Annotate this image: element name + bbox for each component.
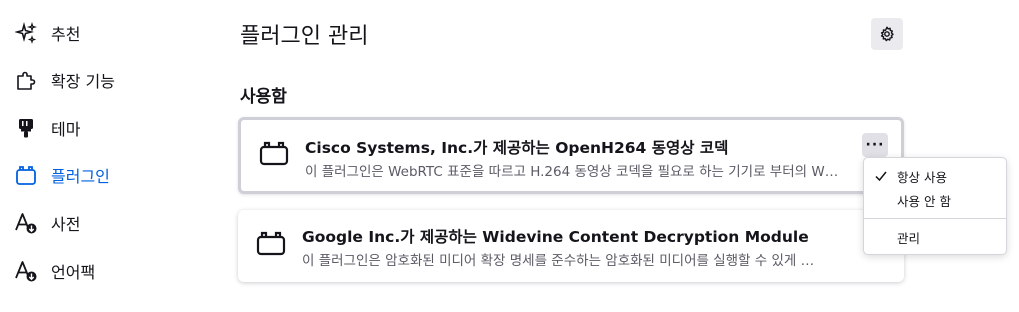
menu-item-always-activate[interactable]: 항상 사용 <box>864 164 1006 188</box>
sidebar-item-language-packs[interactable]: 언어팩 <box>14 256 95 286</box>
sidebar-item-themes[interactable]: 테마 <box>14 113 80 143</box>
section-title: 사용함 <box>240 87 287 107</box>
settings-button[interactable] <box>871 18 903 50</box>
sidebar-item-dictionaries[interactable]: 사전 <box>14 208 80 238</box>
plugin-name: Cisco Systems, Inc.가 제공하는 OpenH264 동영상 코… <box>305 139 729 157</box>
plugin-card-openh264[interactable]: Cisco Systems, Inc.가 제공하는 OpenH264 동영상 코… <box>238 117 904 194</box>
puzzle-icon <box>14 68 38 92</box>
plugin-name: Google Inc.가 제공하는 Widevine Content Decry… <box>302 228 809 246</box>
sidebar-item-label: 사전 <box>51 215 81 234</box>
dictionary-icon <box>14 211 38 235</box>
sidebar-item-extensions[interactable]: 확장 기능 <box>14 65 115 95</box>
menu-item-label: 관리 <box>897 230 921 246</box>
menu-separator <box>864 218 1006 219</box>
language-icon <box>14 259 38 283</box>
plugin-icon <box>259 140 289 166</box>
gear-icon <box>879 26 895 42</box>
sidebar-item-plugins[interactable]: 플러그인 <box>14 160 110 190</box>
menu-item-label: 사용 안 함 <box>897 193 951 209</box>
sparkle-icon <box>14 21 38 45</box>
more-icon: ··· <box>865 137 885 153</box>
checkmark-icon <box>874 169 888 186</box>
sidebar: 추천 확장 기능 테마 플러그인 사전 언어팩 <box>0 0 230 312</box>
page-title: 플러그인 관리 <box>240 24 369 49</box>
plugin-icon <box>256 230 286 256</box>
menu-item-never-activate[interactable]: 사용 안 함 <box>864 188 1006 212</box>
sidebar-item-label: 플러그인 <box>51 167 110 186</box>
plugin-context-menu: 항상 사용 사용 안 함 관리 <box>863 157 1007 255</box>
more-options-button[interactable]: ··· <box>862 133 888 157</box>
menu-item-manage[interactable]: 관리 <box>864 225 1006 249</box>
sidebar-item-label: 테마 <box>51 120 81 139</box>
plugin-description: 이 플러그인은 WebRTC 표준을 따르고 H.264 동영상 코덱을 필요로… <box>305 164 839 180</box>
plugin-description: 이 플러그인은 암호화된 미디어 확장 명세를 준수하는 암호화된 미디어를 실… <box>302 253 815 269</box>
menu-item-label: 항상 사용 <box>897 169 947 185</box>
plugin-card-widevine[interactable]: Google Inc.가 제공하는 Widevine Content Decry… <box>238 210 904 282</box>
sidebar-item-recommendations[interactable]: 추천 <box>14 18 80 48</box>
plugin-icon <box>14 163 38 187</box>
sidebar-item-label: 언어팩 <box>51 263 96 282</box>
sidebar-item-label: 추천 <box>51 25 81 44</box>
brush-icon <box>14 116 38 140</box>
sidebar-item-label: 확장 기능 <box>51 72 115 91</box>
